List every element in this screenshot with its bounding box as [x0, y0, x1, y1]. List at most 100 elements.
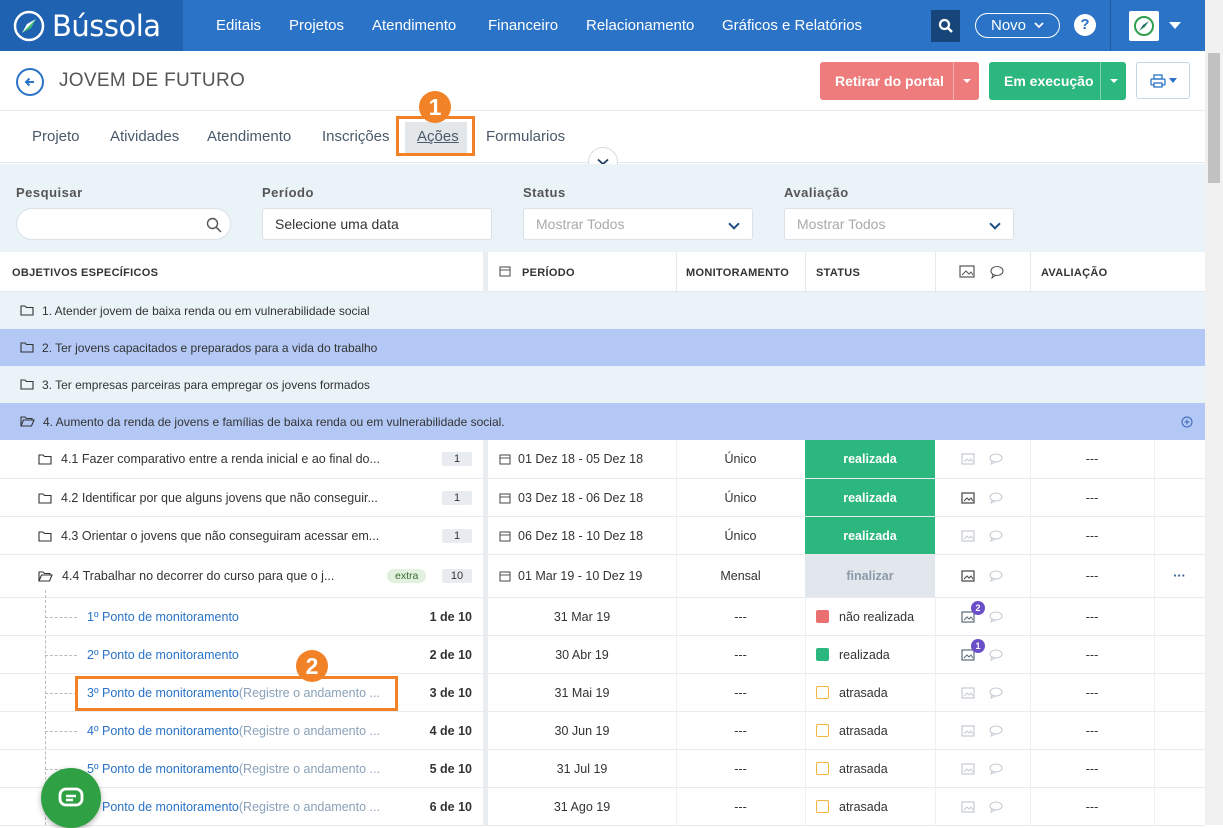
new-button[interactable]: Novo	[975, 13, 1060, 38]
tab-atendimento[interactable]: Atendimento	[207, 128, 291, 145]
objective-title: 1. Atender jovem de baixa renda ou em vu…	[42, 303, 370, 318]
monitoring-point-link[interactable]: 6º Ponto de monitoramento (Registre o an…	[87, 788, 380, 825]
status-select[interactable]: Mostrar Todos	[523, 208, 753, 240]
arrow-left-icon	[24, 77, 34, 87]
monitoring-point-hint: (Registre o andamento ...	[238, 799, 380, 814]
remove-from-portal-button[interactable]: Retirar do portal	[820, 62, 979, 100]
execution-status-button[interactable]: Em execução	[989, 62, 1126, 100]
image-icon[interactable]	[961, 686, 975, 699]
remove-dropdown-toggle[interactable]	[953, 62, 979, 100]
nav-editais[interactable]: Editais	[216, 0, 261, 51]
monitoring-point-link[interactable]: 2º Ponto de monitoramento	[87, 636, 239, 673]
avatar[interactable]	[1129, 11, 1159, 41]
image-icon[interactable]	[961, 491, 975, 504]
status-dropdown-toggle[interactable]	[1100, 62, 1126, 100]
point-status[interactable]: realizada	[805, 636, 890, 673]
highlight-box-point	[75, 676, 398, 711]
nav-divider	[1110, 0, 1111, 51]
scrollbar-thumb[interactable]	[1208, 53, 1220, 183]
monitoring-type: ---	[734, 723, 747, 738]
monitoring-point-row[interactable]: 2º Ponto de monitoramento 2 de 10 30 Abr 1…	[0, 636, 1205, 674]
col-period[interactable]: PERÍODO	[522, 267, 575, 279]
status-badge[interactable]: realizada	[805, 479, 935, 516]
nav-relacionamento[interactable]: Relacionamento	[586, 0, 694, 51]
image-icon[interactable]	[961, 570, 975, 582]
monitoring-point-link[interactable]: 5º Ponto de monitoramento (Registre o an…	[87, 750, 380, 787]
objective-row[interactable]: 2. Ter jovens capacitados e preparados p…	[0, 329, 1205, 366]
search-input[interactable]	[16, 208, 231, 240]
point-status[interactable]: atrasada	[805, 712, 888, 749]
point-status[interactable]: atrasada	[805, 674, 888, 711]
tab-formularios[interactable]: Formularios	[486, 128, 565, 145]
evaluation-value: ---	[1085, 723, 1099, 738]
point-status-label: atrasada	[839, 761, 888, 776]
col-objectives[interactable]: OBJETIVOS ESPECÍFICOS	[12, 267, 158, 279]
tab-atividades[interactable]: Atividades	[110, 128, 179, 145]
comments-icon[interactable]	[989, 724, 1004, 737]
evaluation-value: ---	[1085, 569, 1099, 583]
more-options-icon[interactable]: ···	[1154, 555, 1205, 597]
comments-icon[interactable]	[989, 570, 1004, 582]
monitoring-point-link[interactable]: 1º Ponto de monitoramento	[87, 598, 239, 635]
monitoring-point-link[interactable]: 4º Ponto de monitoramento (Registre o an…	[87, 712, 380, 749]
point-status[interactable]: atrasada	[805, 750, 888, 787]
image-icon[interactable]	[961, 453, 975, 465]
tab-projeto[interactable]: Projeto	[32, 128, 80, 145]
finalize-button[interactable]: finalizar	[805, 555, 935, 597]
back-button[interactable]	[16, 68, 44, 96]
nav-financeiro[interactable]: Financeiro	[488, 0, 558, 51]
caret-down-icon[interactable]	[1169, 22, 1181, 29]
comments-icon[interactable]	[989, 453, 1004, 465]
col-monitoring[interactable]: MONITORAMENTO	[686, 267, 789, 279]
comments-icon[interactable]	[989, 610, 1004, 623]
point-status[interactable]: não realizada	[805, 598, 914, 635]
status-badge[interactable]: realizada	[805, 517, 935, 554]
status-badge[interactable]: realizada	[805, 440, 935, 478]
column-divider	[935, 636, 936, 673]
print-button[interactable]	[1136, 62, 1190, 99]
monitoring-point-row[interactable]: 1º Ponto de monitoramento 1 de 10 31 Mar 1…	[0, 598, 1205, 636]
nav-graficos-relatorios[interactable]: Gráficos e Relatórios	[722, 0, 862, 51]
point-status[interactable]: atrasada	[805, 788, 888, 825]
objective-row[interactable]: 4. Aumento da renda de jovens e famílias…	[0, 403, 1205, 440]
comments-icon[interactable]	[989, 800, 1004, 813]
tab-inscricoes[interactable]: Inscrições	[322, 128, 390, 145]
comments-icon[interactable]	[989, 762, 1004, 775]
period-input[interactable]: Selecione uma data	[262, 208, 492, 240]
objective-row[interactable]: 3. Ter empresas parceiras para empregar …	[0, 366, 1205, 403]
monitoring-point-row[interactable]: 5º Ponto de monitoramento (Registre o an…	[0, 750, 1205, 788]
action-row[interactable]: 4.3 Orientar o jovens que não conseguira…	[0, 517, 1205, 555]
image-icon[interactable]	[961, 800, 975, 813]
evaluation-select[interactable]: Mostrar Todos	[784, 208, 1014, 240]
execution-status-label: Em execução	[1004, 73, 1094, 89]
image-icon[interactable]	[961, 724, 975, 737]
monitoring-point-row[interactable]: 6º Ponto de monitoramento (Registre o an…	[0, 788, 1205, 826]
point-index: 2 de 10	[429, 647, 472, 662]
image-icon[interactable]	[961, 529, 975, 542]
column-divider	[1030, 252, 1031, 292]
nav-projetos[interactable]: Projetos	[289, 0, 344, 51]
evaluation-label: Avaliação	[784, 185, 849, 200]
callout-1: 1	[419, 91, 451, 123]
evaluation-value: ---	[1085, 609, 1099, 624]
comments-icon[interactable]	[989, 529, 1004, 542]
help-icon[interactable]: ?	[1074, 14, 1096, 36]
objective-row[interactable]: 1. Atender jovem de baixa renda ou em vu…	[0, 292, 1205, 329]
new-button-label: Novo	[990, 17, 1027, 34]
add-circle-icon[interactable]	[1181, 416, 1193, 428]
image-icon[interactable]	[961, 762, 975, 775]
comments-icon[interactable]	[989, 491, 1004, 504]
comments-icon[interactable]	[989, 648, 1004, 661]
monitoring-point-row[interactable]: 4º Ponto de monitoramento (Registre o an…	[0, 712, 1205, 750]
action-row[interactable]: 4.4 Trabalhar no decorrer do curso para …	[0, 555, 1205, 598]
comments-icon[interactable]	[989, 686, 1004, 699]
action-row[interactable]: 4.1 Fazer comparativo entre a renda inic…	[0, 440, 1205, 479]
search-button[interactable]	[931, 10, 960, 42]
col-evaluation[interactable]: AVALIAÇÃO	[1041, 267, 1107, 279]
col-status[interactable]: STATUS	[816, 267, 860, 279]
chat-button[interactable]	[41, 768, 101, 828]
column-divider	[935, 750, 936, 787]
nav-atendimento[interactable]: Atendimento	[372, 0, 456, 51]
action-row[interactable]: 4.2 Identificar por que alguns jovens qu…	[0, 479, 1205, 517]
logo[interactable]: Bússola	[0, 0, 183, 51]
